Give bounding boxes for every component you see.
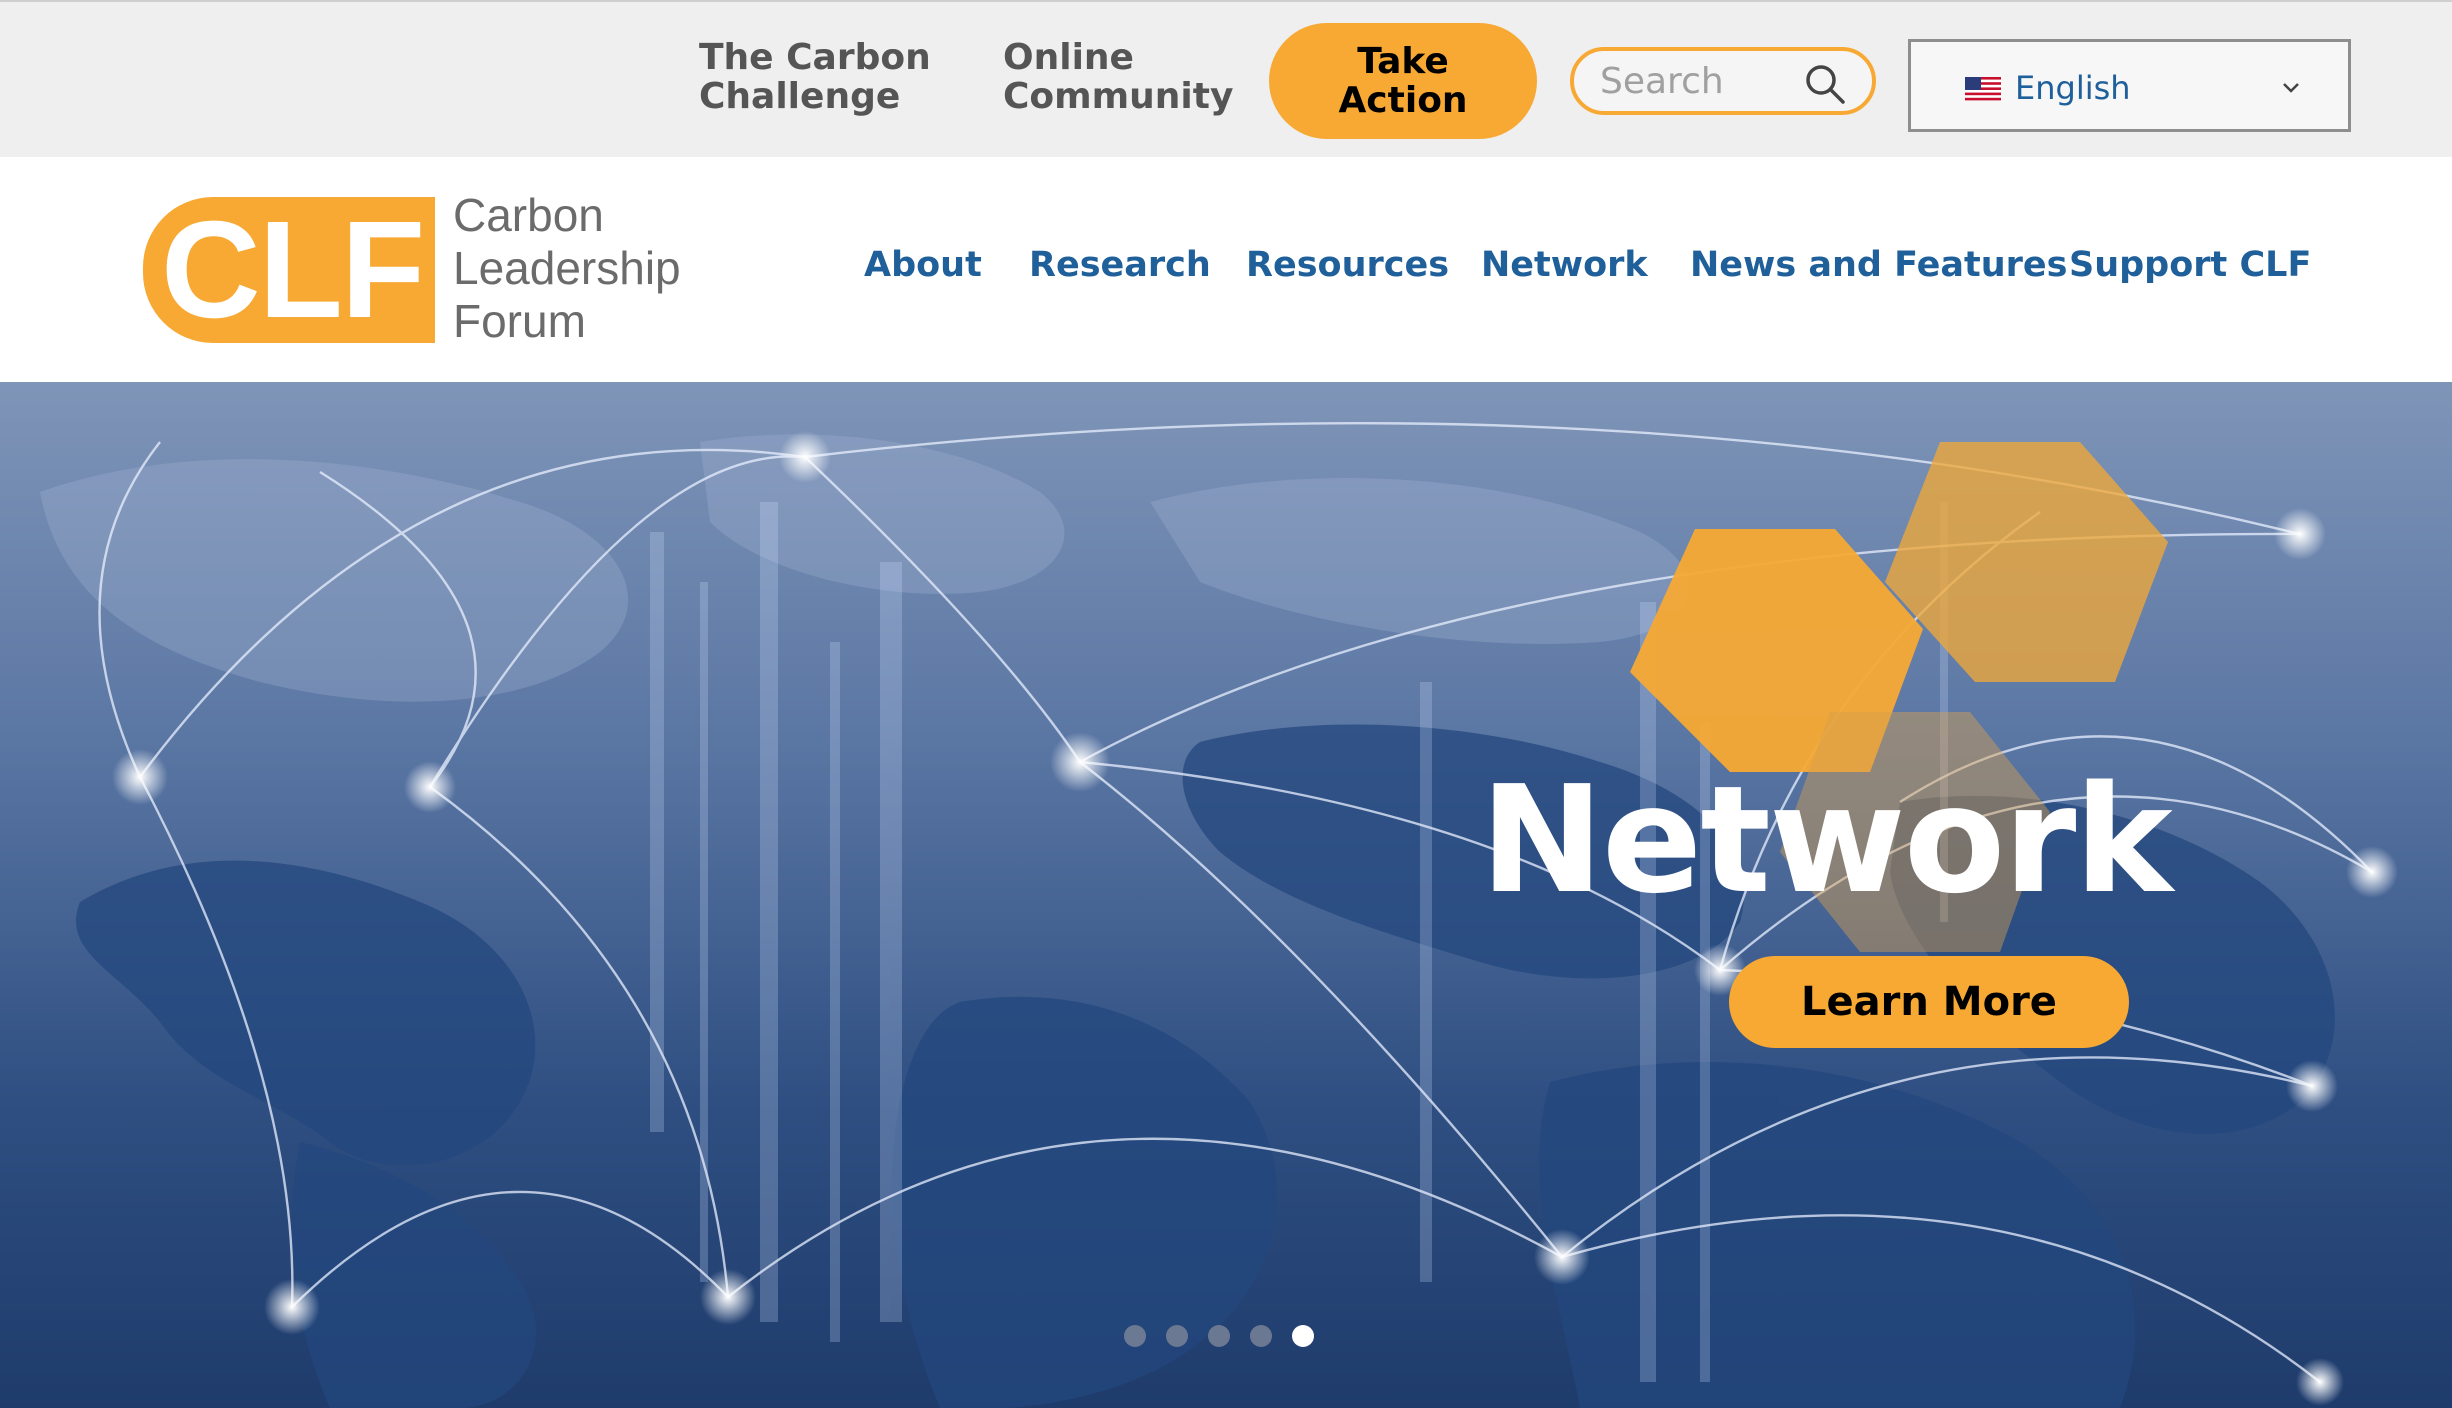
language-select[interactable]: English [1908, 39, 2351, 132]
hero-title: Network [1480, 754, 2173, 926]
carbon-challenge-link[interactable]: The Carbon Challenge [699, 38, 931, 116]
nav-item-support[interactable]: Support CLF [2069, 245, 2311, 285]
language-label: English [2015, 69, 2131, 107]
nav-item-network[interactable]: Network [1481, 245, 1648, 285]
search-input[interactable] [1600, 57, 1800, 105]
nav-item-research[interactable]: Research [1029, 245, 1211, 285]
utility-bar: The Carbon Challenge Online Community Ta… [0, 0, 2452, 157]
chevron-down-icon [2283, 83, 2299, 93]
nav-item-resources[interactable]: Resources [1246, 245, 1449, 285]
clf-logo[interactable]: CLF Carbon Leadership Forum [143, 189, 703, 349]
nav-item-about[interactable]: About [864, 245, 982, 285]
logo-wordmark: Carbon Leadership Forum [453, 189, 681, 347]
hero-slider: Network Learn More [0, 382, 2452, 1408]
learn-more-button[interactable]: Learn More [1729, 956, 2129, 1048]
logo-letters: CLF [161, 193, 425, 347]
slide-dot-1[interactable] [1124, 1325, 1146, 1347]
main-header: CLF Carbon Leadership Forum About Resear… [0, 157, 2452, 382]
slide-dot-4[interactable] [1250, 1325, 1272, 1347]
slide-dot-5[interactable] [1292, 1325, 1314, 1347]
search-box [1570, 47, 1876, 115]
online-community-link[interactable]: Online Community [1003, 38, 1233, 116]
us-flag-icon [1965, 77, 2001, 101]
take-action-button[interactable]: Take Action [1269, 23, 1537, 139]
nav-item-news[interactable]: News and Features [1690, 245, 2067, 285]
slide-dot-2[interactable] [1166, 1325, 1188, 1347]
slide-dot-3[interactable] [1208, 1325, 1230, 1347]
search-icon[interactable] [1804, 63, 1846, 105]
